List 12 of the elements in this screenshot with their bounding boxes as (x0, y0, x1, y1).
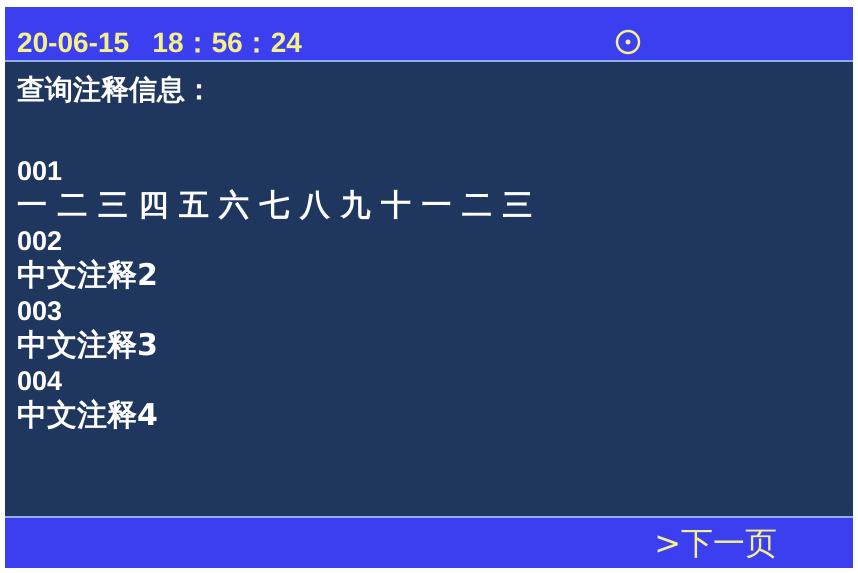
entry-text: 中文注释3 (17, 328, 158, 364)
entry-number: 001 (17, 155, 64, 188)
entry-number: 002 (17, 225, 64, 258)
heading: 查询注释信息： (17, 76, 214, 104)
entry-number: 003 (17, 295, 64, 328)
entry-text: 一 二 三 四 五 六 七 八 九 十 一 二 三 (17, 188, 532, 224)
entry-number: 004 (17, 365, 64, 398)
next-page-link[interactable]: >下一页 (654, 527, 777, 559)
dot-circle-icon (615, 29, 641, 55)
entry-text: 中文注释2 (17, 258, 158, 294)
date-time: 20-06-15 18：56：24 (17, 29, 302, 57)
entry-text: 中文注释4 (17, 398, 158, 434)
